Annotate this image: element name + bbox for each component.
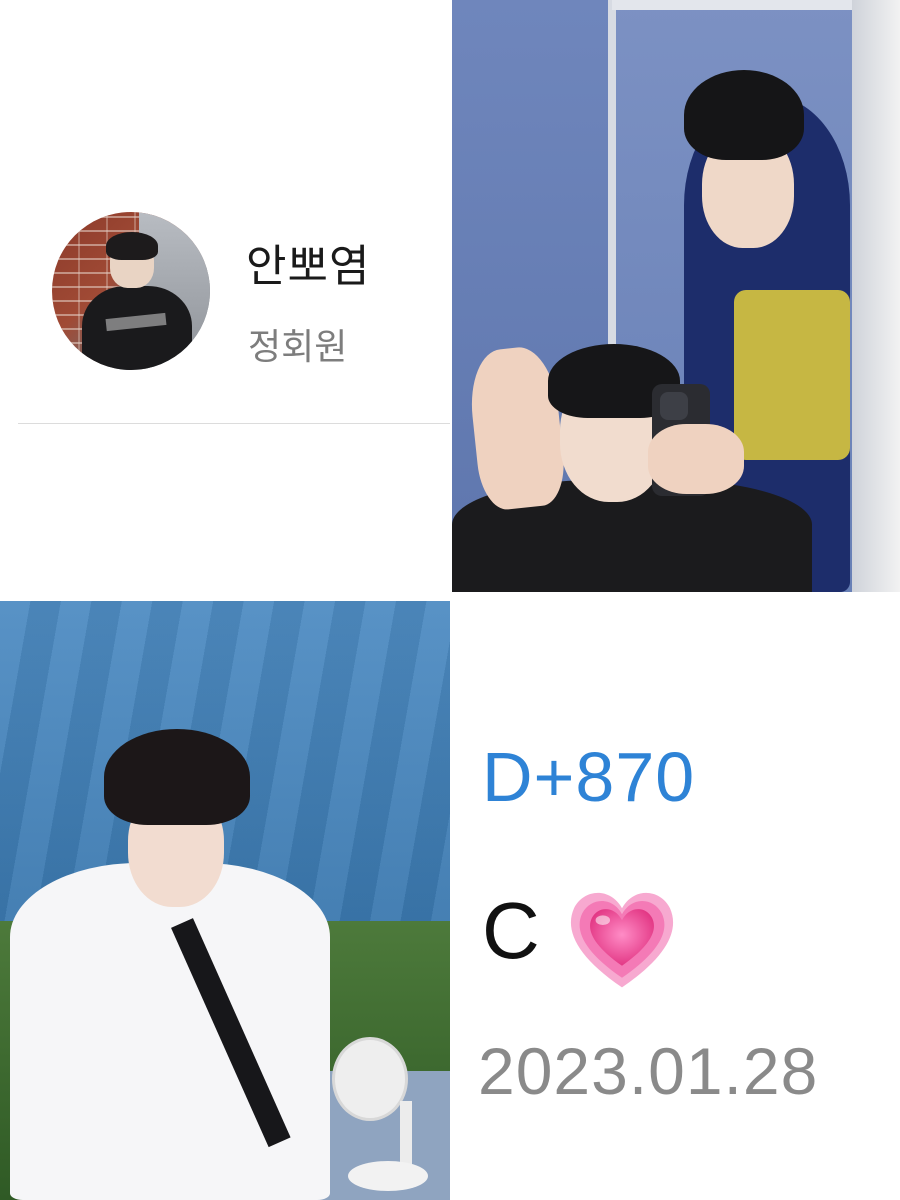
photo-frame-top	[612, 0, 852, 10]
profile-membership-level: 정회원	[248, 327, 348, 368]
camera-icon	[660, 392, 688, 420]
counter-panel: D+870 C 2023.01.28	[452, 601, 900, 1200]
fan-base	[348, 1161, 428, 1191]
grass-portrait-photo	[0, 601, 450, 1200]
photo-hoodie-print	[734, 290, 850, 460]
fan-icon	[332, 1037, 408, 1121]
mirror-selfie-photo	[452, 0, 900, 592]
photo-white-shirt	[10, 863, 330, 1200]
start-date: 2023.01.28	[478, 1034, 819, 1108]
photo-portrait-hair	[104, 729, 250, 825]
profile-avatar[interactable]	[52, 212, 210, 370]
avatar-figure-hair	[106, 232, 158, 260]
couple-letter: C	[482, 886, 540, 975]
photo-edge	[852, 0, 900, 592]
profile-divider	[18, 423, 450, 424]
dday-counter: D+870	[482, 738, 696, 816]
avatar-figure-body	[82, 286, 192, 370]
growing-heart-icon	[570, 892, 674, 988]
profile-name: 안뽀염	[246, 241, 371, 292]
photo-person-hair	[684, 70, 804, 160]
photo-hand-holding-phone	[648, 424, 744, 494]
profile-panel: 안뽀염 정회원	[0, 0, 450, 598]
